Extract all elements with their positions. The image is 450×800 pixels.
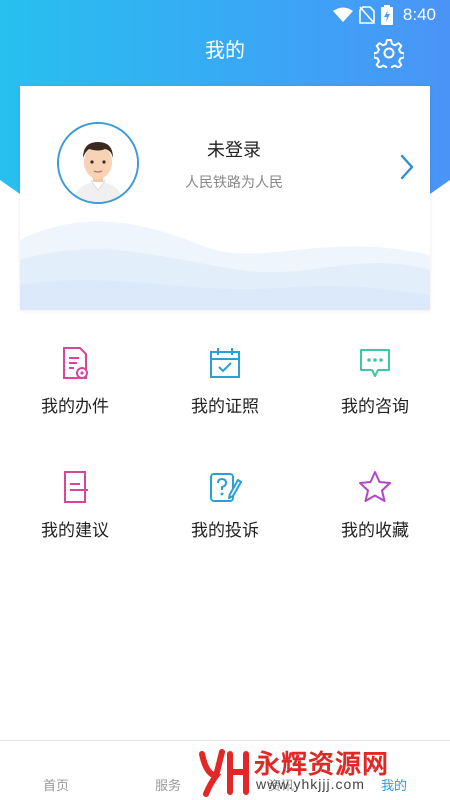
suggestion-icon — [58, 470, 92, 504]
watermark-logo-icon — [199, 749, 249, 797]
avatar[interactable] — [57, 122, 139, 204]
menu-label: 我的证照 — [191, 397, 259, 416]
document-icon — [58, 346, 92, 380]
menu-label: 我的办件 — [41, 397, 109, 416]
title-bar: 我的 — [0, 36, 450, 68]
menu-item-my-favorites[interactable]: 我的收藏 — [300, 454, 450, 578]
menu-label: 我的咨询 — [341, 397, 409, 416]
menu-item-my-certificates[interactable]: 我的证照 — [150, 330, 300, 454]
menu-label: 我的投诉 — [191, 521, 259, 540]
menu-grid: 我的办件 我的证照 我的咨询 我的建议 我的投诉 我的收藏 — [0, 330, 450, 578]
menu-label: 我的建议 — [41, 521, 109, 540]
calendar-icon — [208, 346, 242, 380]
profile-card[interactable]: 未登录 人民铁路为人民 — [20, 86, 430, 310]
user-name: 未登录 — [207, 140, 261, 160]
chevron-right-icon[interactable] — [396, 152, 418, 182]
wifi-icon — [332, 7, 353, 22]
complaint-icon — [208, 470, 242, 504]
menu-item-my-cases[interactable]: 我的办件 — [0, 330, 150, 454]
status-bar: 8:40 — [0, 0, 450, 30]
watermark: 永辉资源网 www.yhkjjj.com — [196, 744, 446, 798]
watermark-url: www.yhkjjj.com — [256, 776, 365, 792]
no-sim-icon — [359, 6, 375, 24]
card-wave-decoration — [20, 221, 430, 310]
star-icon — [358, 470, 392, 504]
gear-icon — [374, 39, 404, 68]
menu-item-my-suggestions[interactable]: 我的建议 — [0, 454, 150, 578]
user-subtitle: 人民铁路为人民 — [185, 174, 283, 190]
menu-label: 我的收藏 — [341, 521, 409, 540]
menu-item-my-complaints[interactable]: 我的投诉 — [150, 454, 300, 578]
chat-icon — [358, 346, 392, 380]
battery-charging-icon — [380, 5, 393, 25]
settings-button[interactable] — [374, 38, 404, 68]
status-time: 8:40 — [402, 5, 436, 24]
tab-home[interactable]: 首页 — [0, 775, 112, 794]
menu-item-my-consultations[interactable]: 我的咨询 — [300, 330, 450, 454]
